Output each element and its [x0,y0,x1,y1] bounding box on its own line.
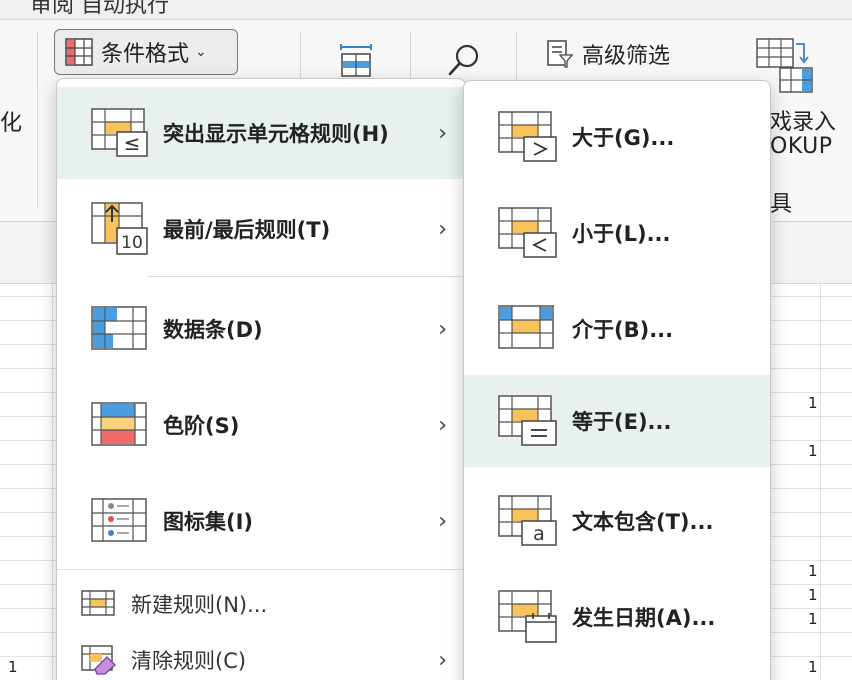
conditional-format-label: 条件格式 [101,42,190,67]
submenu-item-equal-to[interactable]: 等于(E)... [464,375,770,467]
ribbon-group-divider [37,32,38,208]
lookup-label-line1[interactable]: 戏录入 [770,104,836,136]
conditional-format-icon [65,38,93,66]
highlight-cells-submenu: 大于(G)... 小于(L)... 介于(B)... 等于(E)... a 文本… [463,80,771,680]
submenu-item-label: 文本包含(T)... [572,510,714,534]
chevron-right-icon: › [438,647,447,673]
chevron-right-icon: › [438,508,447,534]
cell-value[interactable]: 1 [808,394,818,412]
ribbon-tabs-text[interactable]: 审阅 自动执行 [30,0,169,19]
ribbon-tab-strip: 审阅 自动执行 [0,0,852,20]
icon-sets-icon [91,498,147,542]
ribbon-group-label: 具 [770,192,793,217]
advanced-filter-icon [547,40,574,68]
submenu-item-label: 介于(B)... [572,318,674,342]
submenu-item-text-contains[interactable]: a 文本包含(T)... [464,475,770,567]
menu-item-label: 图标集(I) [163,510,254,534]
chevron-right-icon: › [438,316,447,342]
text-contains-icon: a [498,495,557,546]
menu-item-data-bars[interactable]: 数据条(D) › [57,283,465,375]
lookup-label-line2[interactable]: OKUP [770,134,833,159]
menu-item-label: 清除规则(C) [131,649,247,673]
svg-text:10: 10 [121,233,143,253]
submenu-item-label: 等于(E)... [572,410,672,434]
new-rule-icon [81,590,115,616]
cell-value[interactable]: 1 [808,442,818,460]
cell-value[interactable]: 1 [808,562,818,580]
menu-item-icon-sets[interactable]: 图标集(I) › [57,475,465,567]
date-occurring-icon [498,590,557,643]
menu-divider [147,276,465,277]
menu-item-clear-rules[interactable]: 清除规则(C) › [57,635,465,680]
chevron-right-icon: › [438,120,447,146]
cell-value[interactable]: 1 [808,610,818,628]
cell-value[interactable]: 1 [808,658,818,676]
highlight-cells-icon: ≤ [91,108,148,157]
svg-text:≤: ≤ [124,131,141,155]
equal-to-icon [498,395,557,446]
menu-divider [57,569,465,570]
submenu-item-greater-than[interactable]: 大于(G)... [464,91,770,183]
menu-item-label: 最前/最后规则(T) [163,218,331,242]
top-bottom-icon: 10 [91,202,148,255]
chevron-right-icon: › [438,216,447,242]
data-bars-icon [91,306,147,350]
conditional-format-menu: ≤ 突出显示单元格规则(H) › 10 最前/最后规则(T) › 数据条(D) … [56,78,466,680]
submenu-item-label: 发生日期(A)... [572,606,716,630]
clear-rules-icon [81,645,116,675]
less-than-icon [498,207,557,258]
submenu-item-between[interactable]: 介于(B)... [464,283,770,375]
menu-item-label: 数据条(D) [163,318,263,342]
svg-text:a: a [533,523,545,545]
ribbon-left-cut-label: 化 [0,111,23,136]
cell-value[interactable]: 1 [8,658,18,676]
search-icon[interactable] [446,42,482,78]
menu-item-new-rule[interactable]: 新建规则(N)... [57,579,465,629]
menu-item-top-bottom-rules[interactable]: 10 最前/最后规则(T) › [57,183,465,275]
cell-value[interactable]: 1 [808,586,818,604]
chevron-right-icon: › [438,412,447,438]
advanced-filter-label: 高级筛选 [582,44,671,69]
chevron-down-icon: ⌄ [195,44,207,60]
color-scales-icon [91,402,147,446]
conditional-format-button[interactable]: 条件格式 ⌄ [54,29,238,75]
between-icon [498,305,554,349]
menu-item-label: 突出显示单元格规则(H) [163,122,389,146]
menu-item-color-scales[interactable]: 色阶(S) › [57,379,465,471]
menu-item-label: 色阶(S) [163,414,240,438]
insert-table-icon[interactable] [338,44,374,78]
greater-than-icon [498,111,557,162]
advanced-filter-button[interactable]: 高级筛选 [546,38,670,70]
submenu-item-label: 小于(L)... [572,222,671,246]
submenu-item-date-occurring[interactable]: 发生日期(A)... [464,571,770,663]
submenu-item-less-than[interactable]: 小于(L)... [464,187,770,279]
menu-item-label: 新建规则(N)... [131,593,268,617]
menu-item-highlight-cells-rules[interactable]: ≤ 突出显示单元格规则(H) › [57,87,465,179]
submenu-item-label: 大于(G)... [572,126,675,150]
